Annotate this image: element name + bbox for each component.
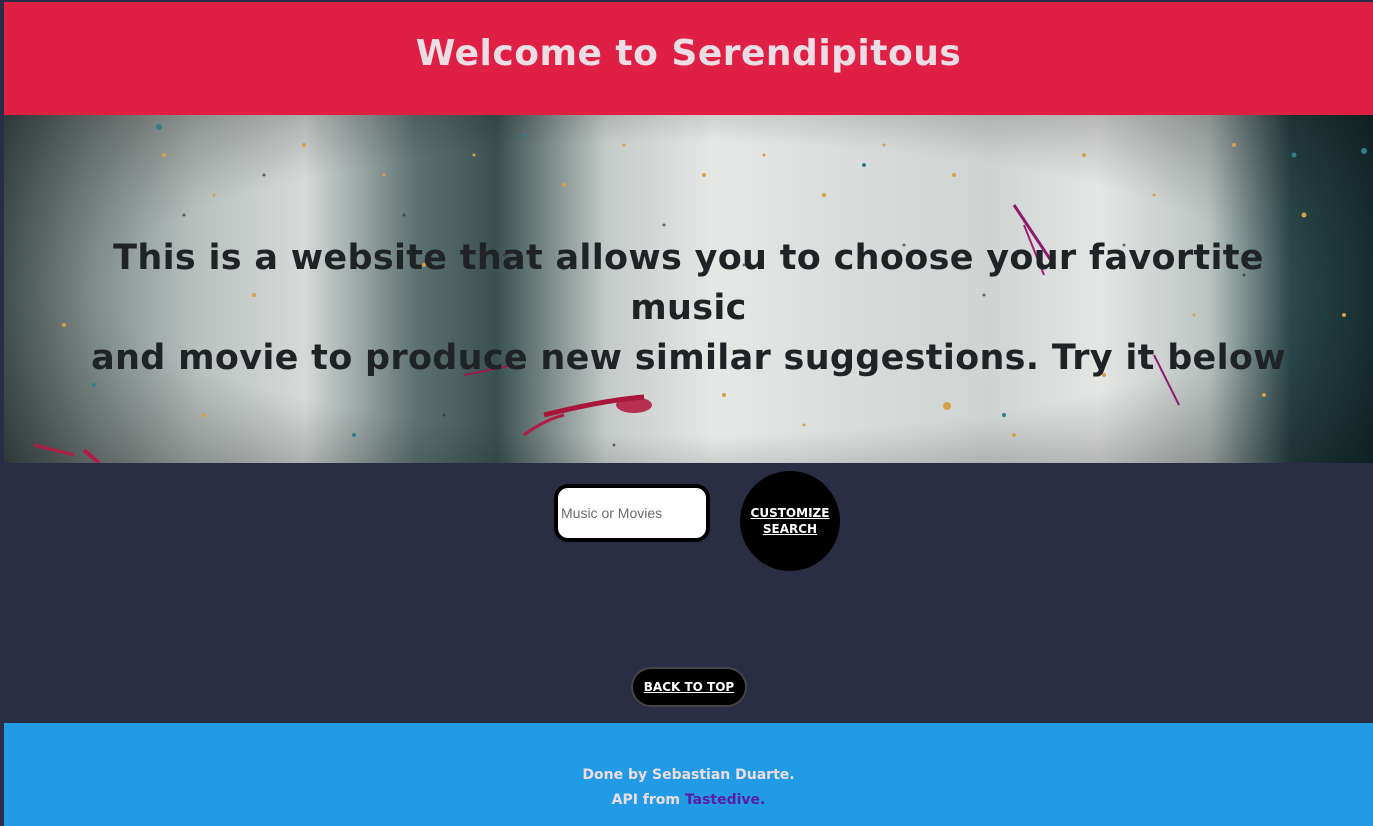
page-title: Welcome to Serendipitous — [415, 33, 962, 74]
hero-banner: This is a website that allows you to cho… — [4, 115, 1373, 463]
footer-api-prefix: API from — [611, 792, 685, 808]
search-section: CUSTOMIZE SEARCH BACK TO TOP — [4, 463, 1373, 723]
footer-credit: Done by Sebastian Duarte. — [582, 767, 795, 783]
tastedive-link[interactable]: Tastedive. — [685, 792, 765, 808]
hero-description: This is a website that allows you to cho… — [64, 233, 1313, 383]
customize-search-button[interactable]: CUSTOMIZE SEARCH — [740, 471, 840, 571]
back-to-top-button[interactable]: BACK TO TOP — [631, 667, 747, 707]
customize-search-label: CUSTOMIZE SEARCH — [750, 506, 830, 536]
hero-description-line1: This is a website that allows you to cho… — [113, 238, 1264, 328]
page: Welcome to Serendipitous This is a websi… — [0, 0, 1373, 826]
hero-description-line2: and movie to produce new similar suggest… — [91, 338, 1286, 378]
site-header: Welcome to Serendipitous — [4, 2, 1373, 115]
search-input[interactable] — [554, 484, 710, 542]
site-footer: Done by Sebastian Duarte. API from Taste… — [4, 723, 1373, 826]
footer-api-line: API from Tastedive. — [4, 788, 1373, 813]
